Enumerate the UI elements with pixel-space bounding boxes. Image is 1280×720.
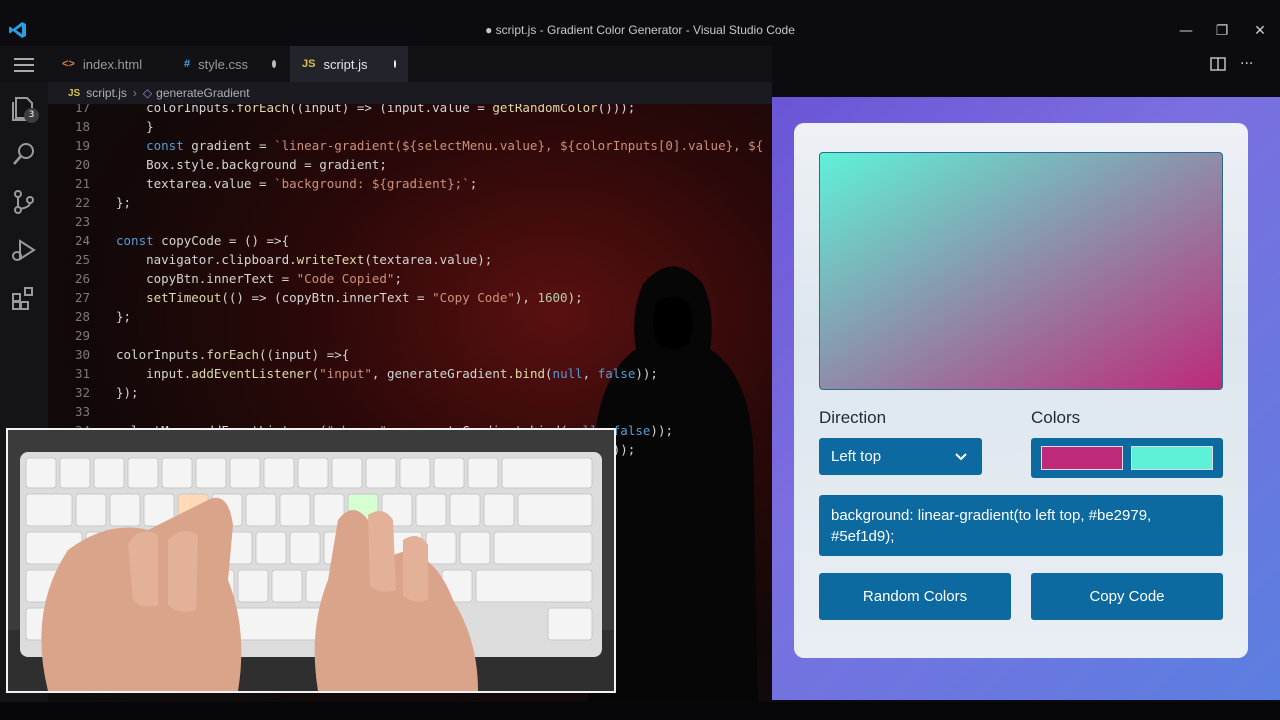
line-number: 31 bbox=[74, 366, 90, 381]
code-line[interactable]: 25 navigator.clipboard.writeText(textare… bbox=[48, 250, 772, 269]
color-input-1[interactable] bbox=[1041, 446, 1123, 470]
minimize-icon[interactable]: — bbox=[1174, 22, 1198, 40]
code-line[interactable]: 19 const gradient = `linear-gradient(${s… bbox=[48, 136, 772, 155]
unsaved-dot-icon[interactable] bbox=[271, 60, 276, 68]
breadcrumb-symbol[interactable]: generateGradient bbox=[156, 86, 249, 100]
code-text: }); bbox=[116, 385, 139, 400]
line-number: 33 bbox=[74, 404, 90, 419]
code-text: }; bbox=[116, 195, 132, 210]
code-line[interactable]: 22}; bbox=[48, 193, 772, 212]
css-file-icon: # bbox=[184, 58, 191, 70]
color-input-2[interactable] bbox=[1131, 446, 1213, 470]
code-text: Box.style.background = gradient; bbox=[116, 157, 387, 172]
search-icon[interactable] bbox=[10, 140, 38, 168]
line-number: 25 bbox=[74, 252, 90, 267]
split-editor-icon[interactable] bbox=[1210, 57, 1226, 71]
line-number: 19 bbox=[74, 138, 90, 153]
line-number: 23 bbox=[74, 214, 90, 229]
code-text: colorInputs.forEach((input) =>{ bbox=[116, 347, 350, 362]
window-title: ● script.js - Gradient Color Generator -… bbox=[485, 23, 795, 37]
code-line[interactable]: 24 const copyCode = () =>{ bbox=[48, 231, 772, 250]
code-text: const gradient = `linear-gradient(${sele… bbox=[146, 138, 764, 153]
browser-preview: Direction Colors Left top background: li… bbox=[772, 97, 1280, 700]
code-text: navigator.clipboard.writeText(textarea.v… bbox=[116, 252, 493, 267]
webcam-keyboard-overlay bbox=[6, 428, 616, 693]
css-code-textarea[interactable]: background: linear-gradient(to left top,… bbox=[819, 495, 1223, 556]
tab-style-css[interactable]: # style.css bbox=[172, 46, 288, 82]
title-bar: ● script.js - Gradient Color Generator -… bbox=[0, 0, 1280, 46]
extensions-icon[interactable] bbox=[10, 284, 38, 312]
line-number: 24 bbox=[74, 233, 90, 248]
code-line[interactable]: 17 colorInputs.forEach((input) => (input… bbox=[48, 104, 772, 117]
tab-label: style.css bbox=[198, 56, 248, 72]
breadcrumb: JS script.js › ◇ generateGradient bbox=[48, 82, 772, 104]
code-text: }; bbox=[116, 309, 132, 324]
tab-index-html[interactable]: <> index.html bbox=[50, 46, 168, 82]
line-number: 29 bbox=[74, 328, 90, 343]
code-text: setTimeout(() => (copyBtn.innerText = "C… bbox=[146, 290, 583, 305]
html-file-icon: <> bbox=[62, 58, 75, 70]
color-inputs bbox=[1031, 438, 1223, 478]
editor-actions: ··· bbox=[1210, 46, 1253, 82]
code-line[interactable]: 26 copyBtn.innerText = "Code Copied"; bbox=[48, 269, 772, 288]
code-line[interactable]: 31 input.addEventListener("input", gener… bbox=[48, 364, 772, 383]
code-text: } bbox=[116, 119, 154, 134]
copy-code-button[interactable]: Copy Code bbox=[1031, 573, 1223, 620]
chevron-down-icon bbox=[955, 453, 967, 461]
random-colors-button[interactable]: Random Colors bbox=[819, 573, 1011, 620]
line-number: 22 bbox=[74, 195, 90, 210]
explorer-badge: 3 bbox=[24, 108, 39, 123]
tab-label: index.html bbox=[82, 56, 143, 72]
line-number: 18 bbox=[74, 119, 90, 134]
colors-label: Colors bbox=[1031, 408, 1081, 427]
code-text: colorInputs.forEach((input) => (input.va… bbox=[116, 104, 636, 115]
code-text: const copyCode = () =>{ bbox=[116, 233, 290, 248]
direction-label: Direction bbox=[819, 408, 887, 427]
unsaved-dot-icon[interactable] bbox=[393, 60, 396, 68]
tab-script-js[interactable]: JS script.js bbox=[290, 46, 408, 82]
code-text: textarea.value = `background: ${gradient… bbox=[116, 176, 478, 191]
more-actions-icon[interactable]: ··· bbox=[1240, 56, 1253, 72]
code-line[interactable]: 30 colorInputs.forEach((input) =>{ bbox=[48, 345, 772, 364]
source-control-icon[interactable] bbox=[10, 188, 38, 216]
code-line[interactable]: 18 } bbox=[48, 117, 772, 136]
line-number: 20 bbox=[74, 157, 90, 172]
code-line[interactable]: 20 Box.style.background = gradient; bbox=[48, 155, 772, 174]
line-number: 30 bbox=[74, 347, 90, 362]
gradient-generator-card: Direction Colors Left top background: li… bbox=[794, 123, 1248, 658]
tab-label: script.js bbox=[323, 56, 368, 72]
line-number: 32 bbox=[74, 385, 90, 400]
direction-select-value: Left top bbox=[831, 448, 882, 465]
function-symbol-icon: ◇ bbox=[142, 86, 153, 100]
chevron-right-icon: › bbox=[132, 86, 137, 100]
code-line[interactable]: 32}); bbox=[48, 383, 772, 402]
code-line[interactable]: 21 textarea.value = `background: ${gradi… bbox=[48, 174, 772, 193]
keyboard-hands-image bbox=[8, 430, 614, 691]
line-number: 21 bbox=[74, 176, 90, 191]
js-file-icon: JS bbox=[302, 58, 316, 70]
line-number: 17 bbox=[74, 104, 90, 115]
close-icon[interactable]: ✕ bbox=[1248, 22, 1272, 40]
code-line[interactable]: 29 bbox=[48, 326, 772, 345]
direction-select[interactable]: Left top bbox=[819, 438, 982, 475]
code-line[interactable]: 33 bbox=[48, 402, 772, 421]
code-text: copyBtn.innerText = "Code Copied"; bbox=[116, 271, 402, 286]
code-line[interactable]: 23 bbox=[48, 212, 772, 231]
breadcrumb-file[interactable]: script.js bbox=[86, 86, 127, 100]
code-text: input.addEventListener("input", generate… bbox=[116, 366, 658, 381]
code-line[interactable]: 28}; bbox=[48, 307, 772, 326]
line-number: 27 bbox=[74, 290, 90, 305]
bottom-strip bbox=[0, 702, 1280, 720]
line-number: 26 bbox=[74, 271, 90, 286]
gradient-preview-box bbox=[819, 152, 1223, 390]
line-number: 28 bbox=[74, 309, 90, 324]
code-line[interactable]: 27 setTimeout(() => (copyBtn.innerText =… bbox=[48, 288, 772, 307]
menu-icon[interactable] bbox=[14, 58, 34, 72]
restore-icon[interactable]: ❐ bbox=[1210, 22, 1234, 40]
js-file-icon: JS bbox=[68, 87, 81, 99]
editor-tab-bar: <> index.html # style.css JS script.js bbox=[0, 46, 772, 82]
run-debug-icon[interactable] bbox=[10, 236, 38, 264]
